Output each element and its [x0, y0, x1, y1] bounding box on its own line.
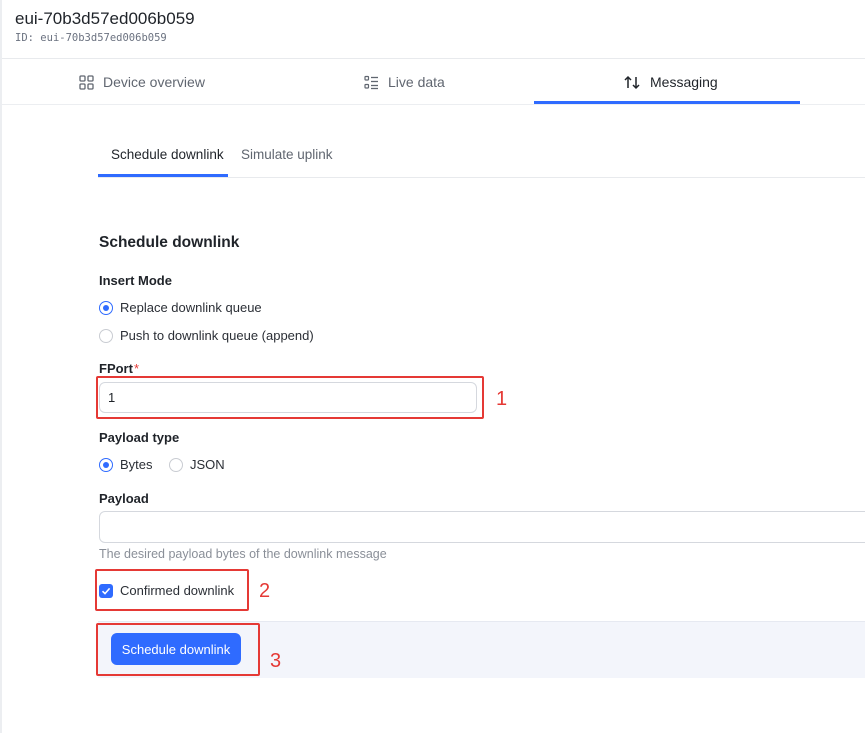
fport-label: FPort* — [99, 361, 139, 376]
device-id-value: eui-70b3d57ed006b059 — [40, 32, 167, 44]
list-icon — [364, 75, 378, 89]
annotation-number-2: 2 — [259, 580, 271, 602]
radio-bytes-indicator[interactable] — [99, 457, 113, 472]
annotation-box-2 — [95, 569, 249, 611]
fport-label-text: FPort — [99, 361, 133, 376]
radio-append-queue-indicator[interactable] — [99, 328, 113, 343]
radio-bytes[interactable]: Bytes — [99, 457, 153, 472]
radio-json-label: JSON — [190, 457, 225, 472]
payload-type-label: Payload type — [99, 430, 180, 445]
radio-replace-queue-indicator[interactable] — [99, 300, 113, 315]
tab-messaging-label: Messaging — [650, 74, 718, 90]
tab-device-overview[interactable]: Device overview — [79, 72, 205, 92]
radio-append-queue-label: Push to downlink queue (append) — [120, 328, 314, 343]
header-divider — [2, 58, 865, 59]
radio-append-queue[interactable]: Push to downlink queue (append) — [99, 328, 314, 343]
radio-replace-queue[interactable]: Replace downlink queue — [99, 300, 262, 315]
tab-device-overview-label: Device overview — [103, 74, 205, 90]
device-id: ID: eui-70b3d57ed006b059 — [15, 32, 167, 44]
tab-live-data-label: Live data — [388, 74, 445, 90]
grid-icon — [79, 74, 94, 90]
annotation-box-3 — [96, 623, 260, 676]
left-border — [0, 0, 2, 733]
annotation-number-1: 1 — [496, 388, 508, 410]
device-id-label: ID: — [15, 32, 34, 44]
annotation-box-1 — [96, 376, 484, 419]
radio-bytes-label: Bytes — [120, 457, 153, 472]
payload-input[interactable] — [99, 511, 865, 543]
device-title: eui-70b3d57ed006b059 — [15, 9, 195, 28]
tab-messaging[interactable]: Messaging — [623, 72, 718, 92]
required-mark: * — [133, 361, 140, 376]
payload-label: Payload — [99, 491, 149, 506]
radio-replace-queue-label: Replace downlink queue — [120, 300, 262, 315]
subtab-schedule-downlink[interactable]: Schedule downlink — [111, 147, 224, 162]
tab-live-data[interactable]: Live data — [364, 72, 445, 92]
radio-json-indicator[interactable] — [169, 457, 183, 472]
form-title: Schedule downlink — [99, 234, 240, 251]
subtabs-divider — [98, 177, 865, 178]
insert-mode-label: Insert Mode — [99, 273, 172, 288]
arrows-up-down-icon — [624, 75, 640, 89]
subtab-simulate-uplink[interactable]: Simulate uplink — [241, 147, 333, 162]
radio-json[interactable]: JSON — [169, 457, 225, 472]
annotation-number-3: 3 — [270, 650, 282, 672]
tabs-divider — [2, 104, 865, 105]
payload-help-text: The desired payload bytes of the downlin… — [99, 547, 387, 561]
